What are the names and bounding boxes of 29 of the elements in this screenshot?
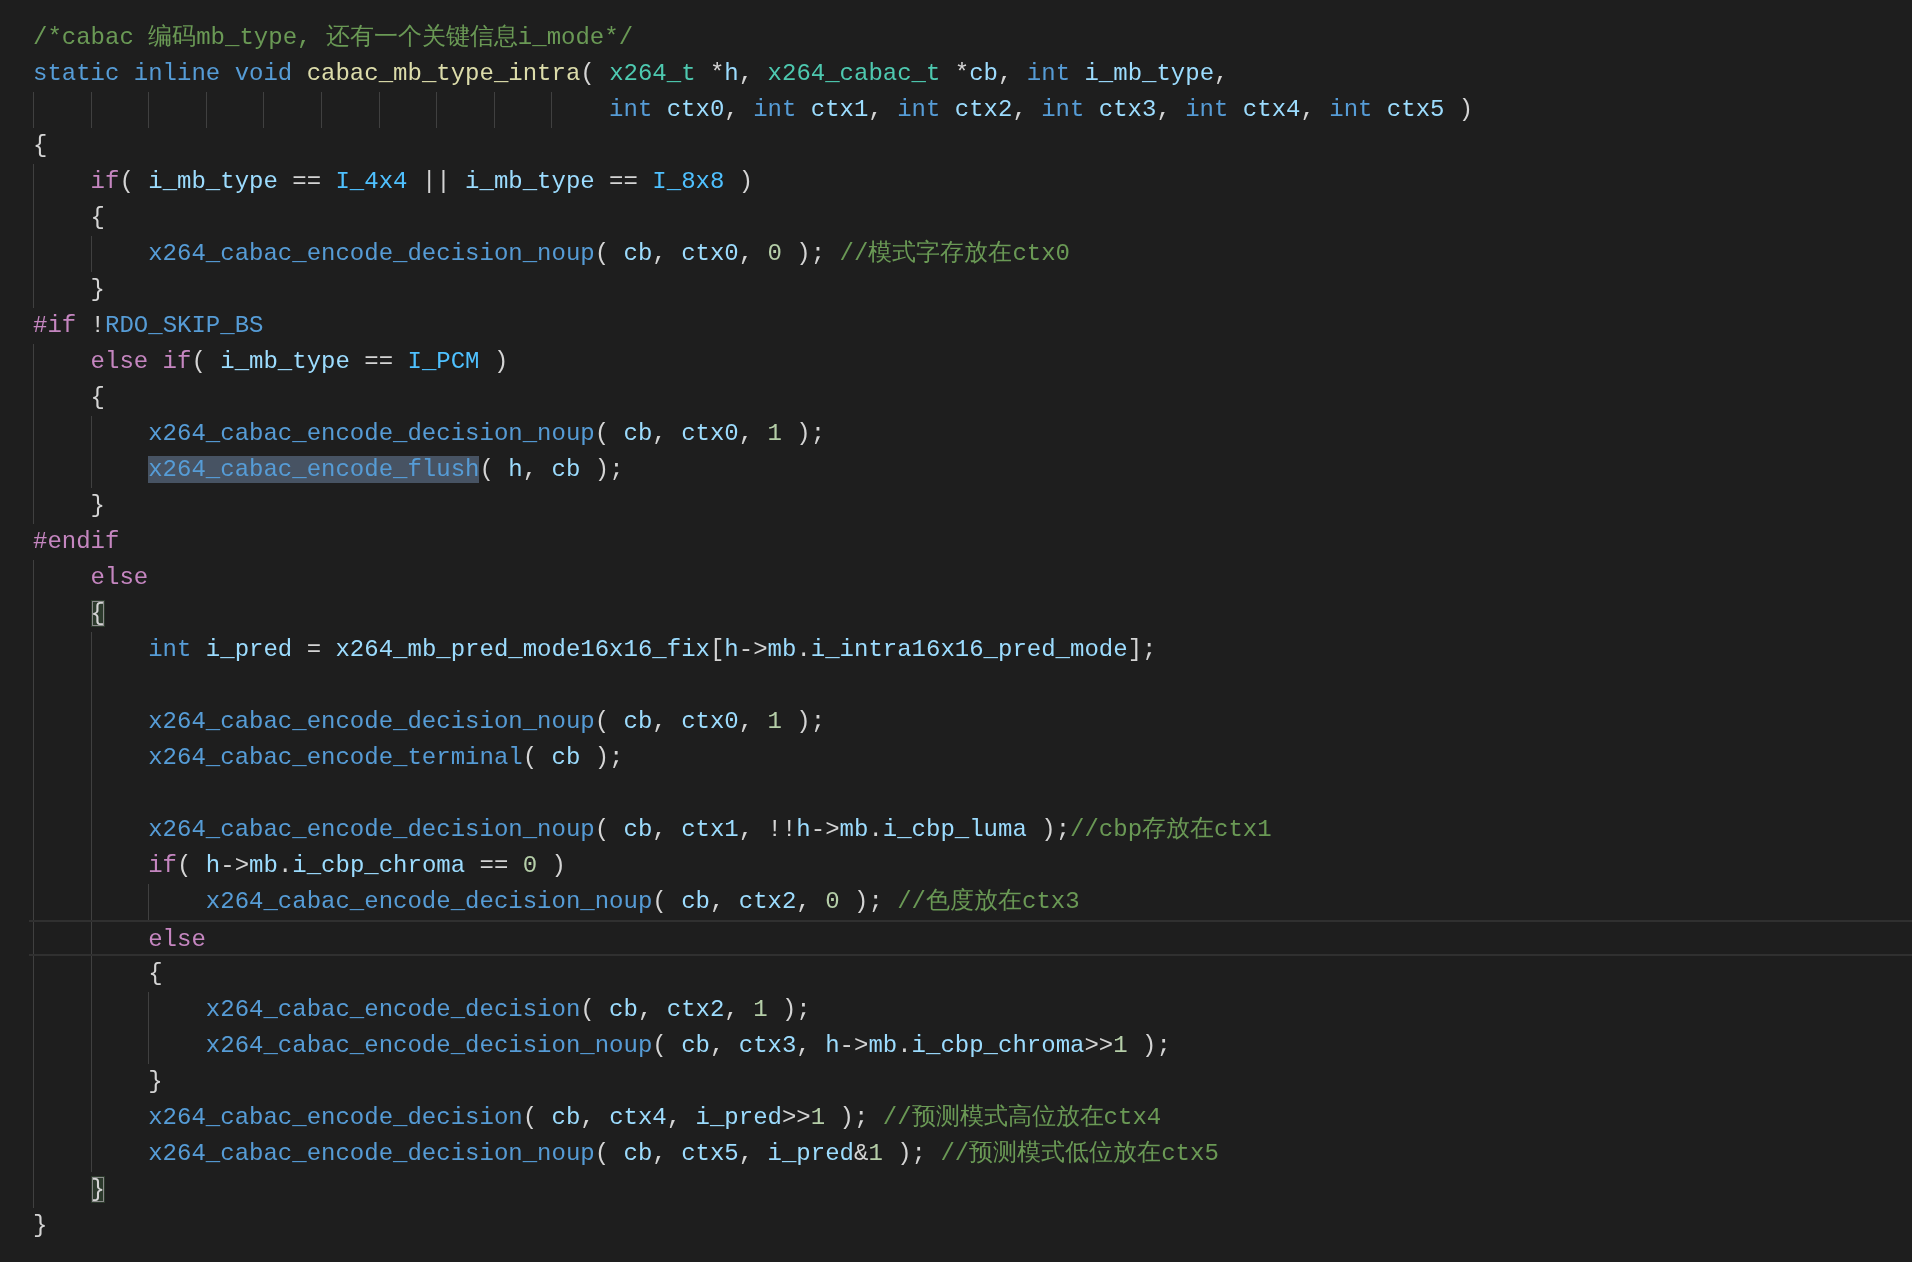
code-line: #if !RDO_SKIP_BS	[33, 311, 264, 341]
code-line: if( i_mb_type == I_4x4 || i_mb_type == I_8x8 )	[90, 167, 754, 197]
code-line: }	[90, 491, 105, 521]
code-line: else	[148, 925, 206, 954]
code-line: x264_cabac_encode_decision_noup( cb, ctx0, 1 );	[148, 707, 826, 737]
code-line: x264_cabac_encode_terminal( cb );	[148, 743, 624, 773]
code-line: x264_cabac_encode_decision_noup( cb, ctx3, h->mb.i_cbp_chroma>>1 );	[205, 1031, 1171, 1061]
code-line: x264_cabac_encode_decision_noup( cb, ctx0, 1 );	[148, 419, 826, 449]
code-line: #endif	[33, 527, 120, 557]
code-line: x264_cabac_encode_decision_noup( cb, ctx1, !!h->mb.i_cbp_luma );//cbp存放在ctx1	[148, 815, 1272, 845]
code-line: int i_pred = x264_mb_pred_mode16x16_fix[h->mb.i_intra16x16_pred_mode];	[148, 635, 1157, 665]
code-line: }	[90, 275, 105, 305]
code-line: static inline void cabac_mb_type_intra( x264_t *h, x264_cabac_t *cb, int i_mb_type,	[33, 59, 1229, 89]
code-line: else	[90, 563, 149, 593]
code-line: x264_cabac_encode_decision_noup( cb, ctx2, 0 ); //色度放在ctx3	[205, 887, 1080, 917]
code-line: /*cabac 编码mb_type, 还有一个关键信息i_mode*/	[33, 23, 634, 53]
code-line: {	[90, 383, 105, 413]
code-line: x264_cabac_encode_decision_noup( cb, ctx0, 0 ); //模式字存放在ctx0	[148, 238, 1070, 269]
code-line: }	[148, 1067, 163, 1097]
code-line: if( h->mb.i_cbp_chroma == 0 )	[148, 851, 566, 881]
code-line: {	[33, 131, 48, 161]
code-line: {	[148, 959, 163, 989]
code-line: x264_cabac_encode_decision( cb, ctx4, i_pred>>1 ); //预测模式高位放在ctx4	[148, 1102, 1162, 1133]
code-line: x264_cabac_encode_decision_noup( cb, ctx5, i_pred&1 ); //预测模式低位放在ctx5	[148, 1139, 1219, 1169]
code-line: x264_cabac_encode_decision( cb, ctx2, 1 );	[205, 995, 811, 1025]
code-line: int ctx0, int ctx1, int ctx2, int ctx3, int ctx4, int ctx5 )	[609, 95, 1474, 125]
code-line: else if( i_mb_type == I_PCM )	[90, 347, 509, 377]
code-line: {	[90, 203, 105, 233]
code-line: }	[33, 1211, 48, 1241]
